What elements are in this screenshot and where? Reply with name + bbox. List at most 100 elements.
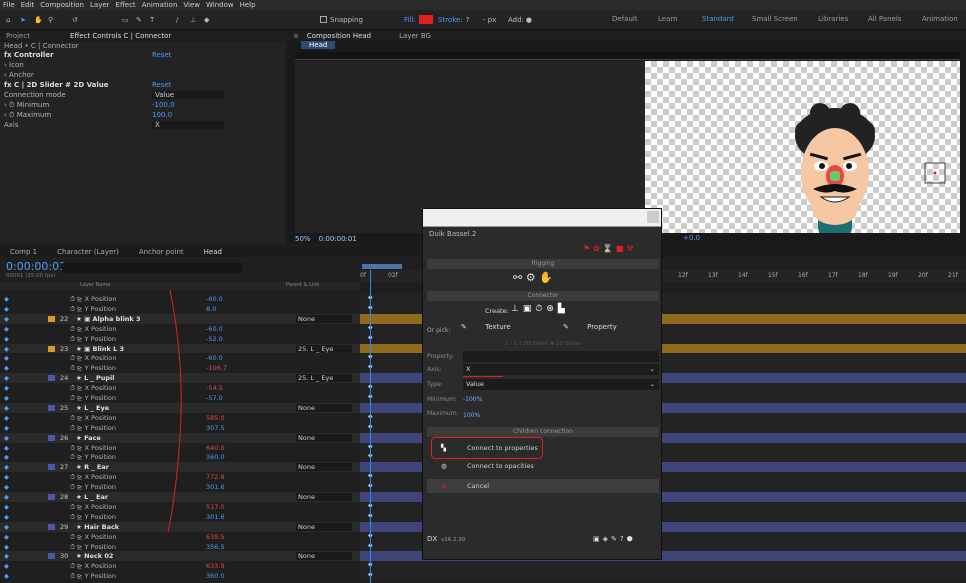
keyframe-nav-icon[interactable]: ◆ [4,571,9,581]
texture-button[interactable]: ✎ Texture [461,323,511,331]
menu-item-layer[interactable]: Layer [90,1,110,9]
label-color-swatch[interactable] [48,494,55,500]
comp-viewer-transparent[interactable] [645,61,960,241]
property-value[interactable]: -52.0 [206,334,223,344]
property-value[interactable]: 360.0 [206,571,225,581]
timeline-tab[interactable]: Comp 1 [10,248,37,256]
property-track[interactable] [360,561,966,572]
fill-control[interactable]: Fill: [404,13,433,26]
workspace-small-screen[interactable]: Small Screen [752,15,798,23]
pen-tool-icon[interactable]: ✎ [136,13,142,26]
create-icons[interactable]: ⊥▣⏱⊛▙ [511,304,569,314]
label-color-swatch[interactable] [48,523,55,530]
property-value[interactable]: -57.0 [206,393,223,403]
footer-icons[interactable]: ▣◈✎?⬢ [593,535,636,543]
work-area-bar[interactable] [362,264,402,269]
property-value[interactable]: 639.5 [206,532,225,542]
rotate-tool-icon[interactable]: ↺ [72,13,78,26]
parent-dropdown[interactable]: None [296,433,352,442]
parent-dropdown[interactable]: None [296,403,352,412]
property-value[interactable]: 8.0 [206,304,216,314]
label-color-swatch[interactable] [48,345,55,352]
stroke-width[interactable]: - px [483,13,496,26]
keyframe-nav-icon[interactable]: ◆ [4,492,9,502]
keyframe-nav-icon[interactable]: ◆ [4,294,9,304]
maximum-value[interactable]: 100% [463,412,480,419]
label-color-swatch[interactable] [48,404,55,411]
keyframe-nav-icon[interactable]: ◆ [4,502,9,512]
add-menu[interactable]: Add: ● [508,13,532,26]
menu-item-effect[interactable]: Effect [116,1,136,9]
ec-row[interactable]: › ⏱ Minimum -100.0 [0,100,286,110]
property-row[interactable]: ◆ ⏱ ⊵ Y Position 360.0 [0,571,360,582]
fill-swatch[interactable] [418,15,433,24]
timeline-tab[interactable]: Character (Layer) [57,248,119,256]
property-field[interactable] [463,351,659,362]
label-color-swatch[interactable] [48,464,55,471]
snapping-toggle[interactable]: Snapping [320,13,363,26]
timeline-search-input[interactable] [62,263,242,273]
property-value[interactable]: 517.0 [206,502,225,512]
keyframe-nav-icon[interactable]: ◆ [4,561,9,571]
minimum-value[interactable]: -100% [463,396,482,403]
workspace-libraries[interactable]: Libraries [818,15,848,23]
timeline-tab[interactable]: Head [204,248,222,256]
keyframe-nav-icon[interactable]: ◆ [4,324,9,334]
label-color-swatch[interactable] [48,375,55,382]
workspace-standard[interactable]: Standard [702,15,734,23]
property-value[interactable]: -60.0 [206,324,223,334]
keyframe-nav-icon[interactable]: ◆ [4,522,9,532]
stamp-tool-icon[interactable]: ⊥ [190,13,196,26]
workspace-learn[interactable]: Learn [658,15,678,23]
tab-layer-bg[interactable]: Layer BG [399,32,431,40]
parent-dropdown[interactable]: 25. L _ Eye [296,374,352,383]
keyframe-nav-icon[interactable]: ◆ [4,413,9,423]
brush-tool-icon[interactable]: / [176,13,178,26]
property-value[interactable]: 633.9 [206,561,225,571]
tab-composition[interactable]: Composition Head [307,32,371,40]
property-value[interactable]: -60.0 [206,294,223,304]
rigging-icons[interactable]: ⚯ ⚙ ✋ [513,271,553,284]
rectangle-tool-icon[interactable]: ▭ [122,13,129,26]
tab-project[interactable]: Project [6,32,30,40]
timeline-tab[interactable]: Anchor point [139,248,184,256]
ec-row-dropdown[interactable]: Value [152,91,224,99]
keyframe-nav-icon[interactable]: ◆ [4,452,9,462]
property-row[interactable]: ◆ ⏱ ⊵ Y Position 356.5 [0,541,360,552]
close-icon[interactable]: × [293,32,299,40]
menu-item-animation[interactable]: Animation [142,1,178,9]
dialog-close-icon[interactable] [647,211,659,223]
type-select[interactable]: Value ⌄ [463,379,659,390]
keyframe-nav-icon[interactable]: ◆ [4,393,9,403]
label-color-swatch[interactable] [48,315,55,322]
keyframe-nav-icon[interactable]: ◆ [4,334,9,344]
property-value[interactable]: 301.6 [206,512,225,522]
label-color-swatch[interactable] [48,434,55,441]
workspace-default[interactable]: Default [612,15,638,23]
ec-row-value[interactable]: Reset [152,50,172,60]
property-value[interactable]: 772.8 [206,472,225,482]
ec-row-dropdown[interactable]: X [152,121,224,129]
keyframe-nav-icon[interactable]: ◆ [4,304,9,314]
keyframe-nav-icon[interactable]: ◆ [4,462,9,472]
property-row[interactable]: ◆ ⏱ ⊵ X Position 633.9 [0,561,360,572]
connect-to-opacities-button[interactable]: ◍ Connect to opacities [427,459,659,473]
tab-effect-controls[interactable]: Effect Controls C | Connector [70,32,171,40]
keyframe-nav-icon[interactable]: ◆ [4,344,9,354]
selection-tool-icon[interactable]: ➤ [20,13,26,26]
keyframe-nav-icon[interactable]: ◆ [4,542,9,552]
menu-item-help[interactable]: Help [240,1,256,9]
ec-row[interactable]: › ⏱ Maximum 100.0 [0,110,286,120]
parent-dropdown[interactable]: 25. L _ Eye [296,344,352,353]
property-value[interactable]: 301.6 [206,482,225,492]
zoom-value[interactable]: 50% [295,235,311,243]
parent-dropdown[interactable]: None [296,463,352,472]
menu-item-view[interactable]: View [183,1,200,9]
keyframe-nav-icon[interactable]: ◆ [4,314,9,324]
keyframe-nav-icon[interactable]: ◆ [4,363,9,373]
workspace-animation[interactable]: Animation [922,15,958,23]
property-button[interactable]: ✎ Property [563,323,617,331]
keyframe-nav-icon[interactable]: ◆ [4,433,9,443]
keyframe-nav-icon[interactable]: ◆ [4,383,9,393]
keyframe-nav-icon[interactable]: ◆ [4,472,9,482]
